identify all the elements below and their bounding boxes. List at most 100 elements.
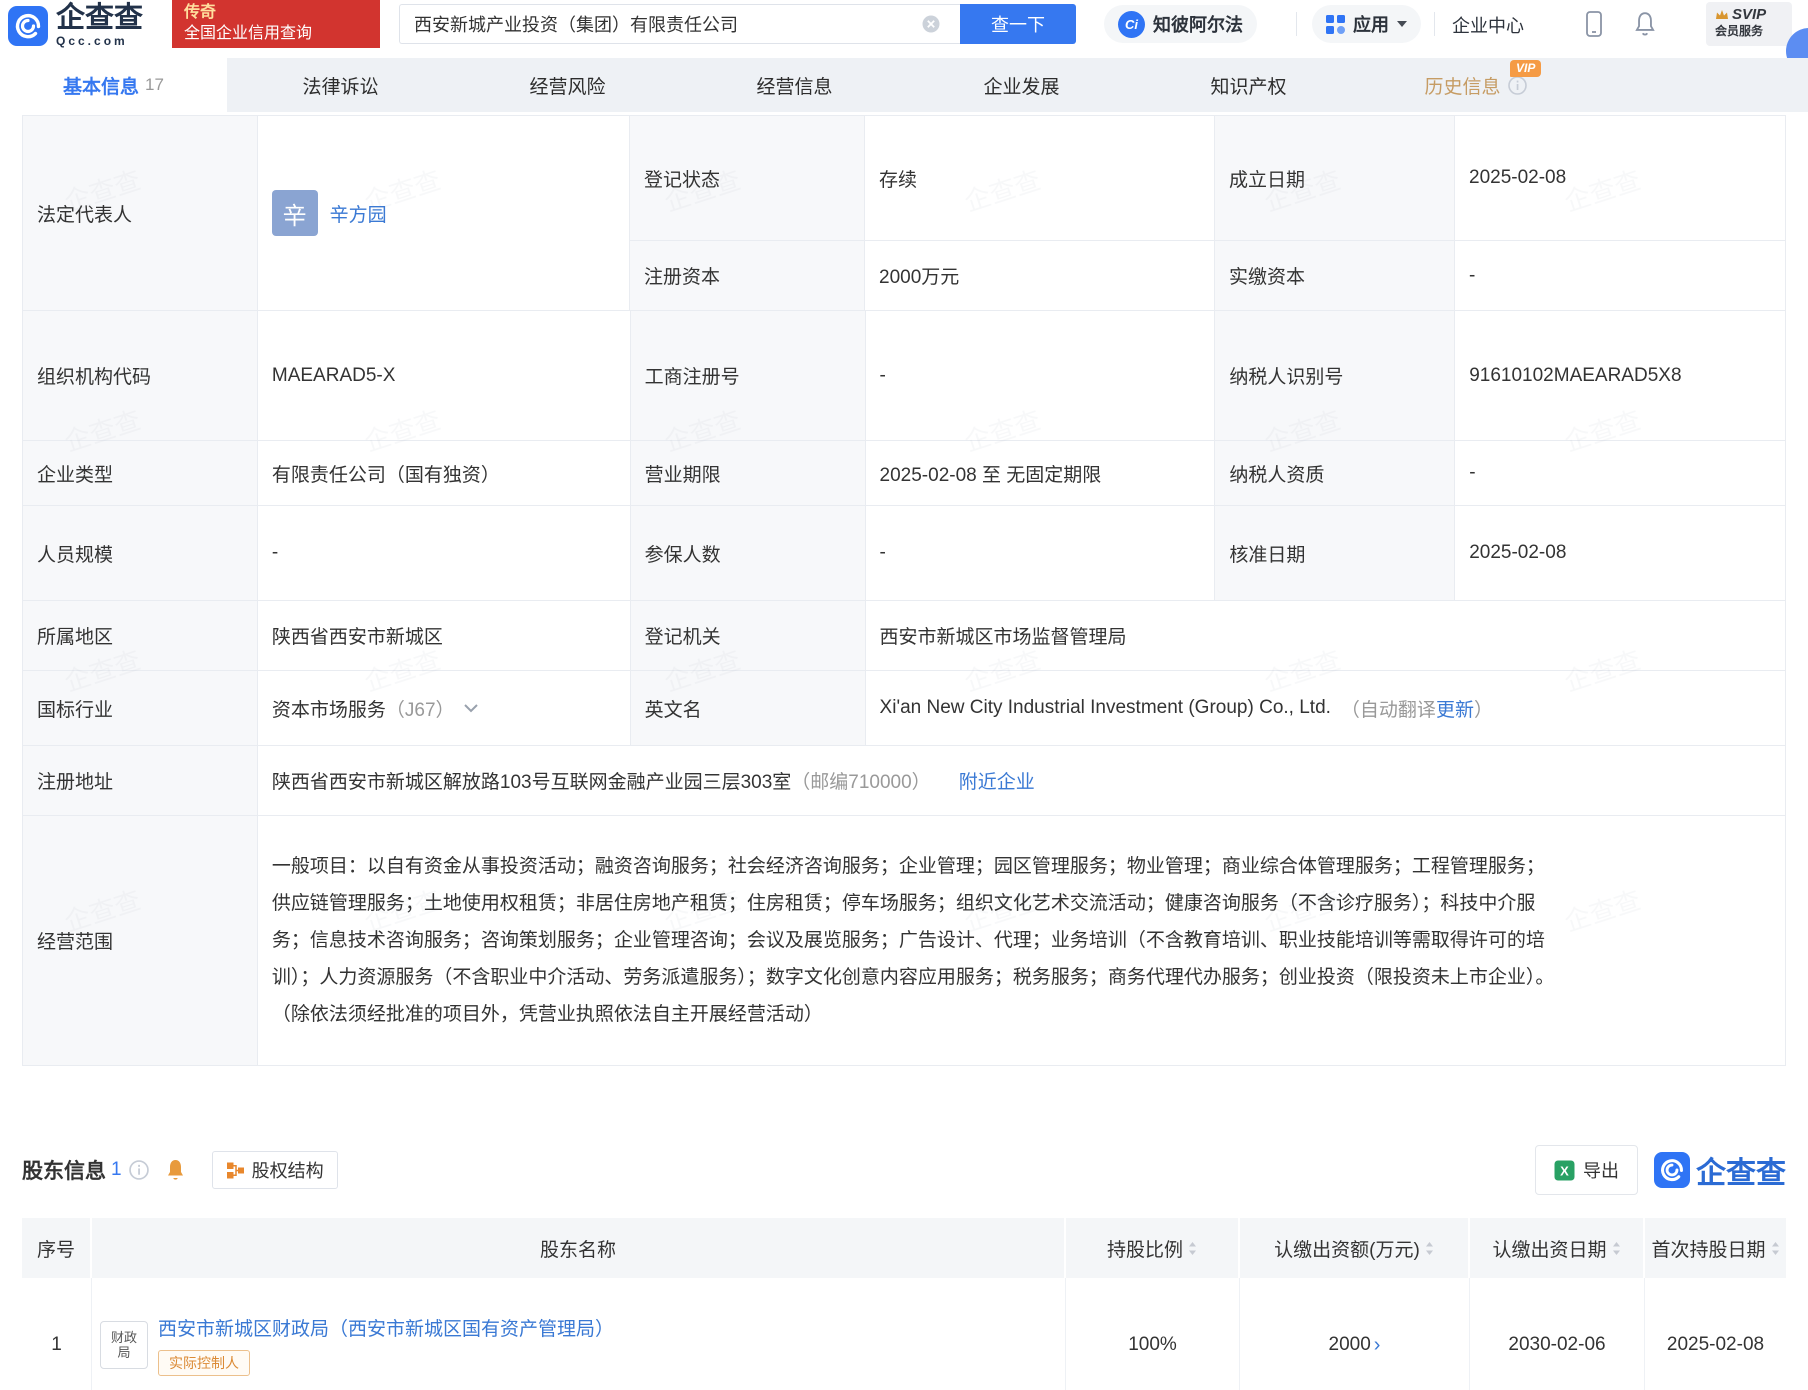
translate-update-link[interactable]: 更新 <box>1436 695 1474 722</box>
crown-icon <box>1715 9 1732 20</box>
actual-controller-tag[interactable]: 实际控制人 <box>158 1350 250 1376</box>
zhibi-alpha-link[interactable]: Ci 知彼阿尔法 <box>1104 5 1257 43</box>
tab-operation-risk[interactable]: 经营风险 <box>454 58 681 112</box>
column-name: 股东名称 <box>92 1218 1066 1278</box>
industry-expand-icon[interactable] <box>463 703 479 713</box>
export-button[interactable]: X 导出 <box>1535 1145 1638 1195</box>
biz-reg-no-value: - <box>866 311 1216 441</box>
company-type-value: 有限责任公司（国有独资） <box>258 441 631 506</box>
biz-scope-label: 经营范围 <box>23 816 258 1066</box>
establish-date-label: 成立日期 <box>1215 116 1455 241</box>
amount-detail-chevron-icon[interactable]: › <box>1374 1334 1381 1357</box>
search-input[interactable] <box>399 4 960 44</box>
shareholders-table: 序号 股东名称 持股比例 认缴出资额(万元) 认缴出资日期 首次持股日期 <box>22 1218 1786 1390</box>
promo-line1: 传奇 <box>184 3 380 23</box>
svip-badge[interactable]: SVIP 会员服务 <box>1706 2 1792 46</box>
address-cell: 陕西省西安市新城区解放路103号互联网金融产业园三层303室 （邮编710000… <box>258 746 1786 816</box>
legal-rep-name-link[interactable]: 辛方园 <box>330 200 387 227</box>
column-subscribe-date[interactable]: 认缴出资日期 <box>1470 1218 1645 1278</box>
paid-capital-label: 实缴资本 <box>1215 241 1455 311</box>
column-subscribe-date-label: 认缴出资日期 <box>1492 1235 1606 1262</box>
sort-icon[interactable] <box>1771 1241 1780 1256</box>
column-first-hold-date[interactable]: 首次持股日期 <box>1645 1218 1786 1278</box>
column-ratio-label: 持股比例 <box>1107 1235 1183 1262</box>
column-amount[interactable]: 认缴出资额(万元) <box>1240 1218 1470 1278</box>
equity-structure-button[interactable]: 股权结构 <box>212 1151 338 1189</box>
promo-badge[interactable]: 传奇 全国企业信用查询 <box>172 0 380 48</box>
search-button[interactable]: 查一下 <box>960 4 1076 44</box>
industry-code: （J67） <box>386 695 455 722</box>
tab-operation-info[interactable]: 经营信息 <box>681 58 908 112</box>
tab-history-info[interactable]: 历史信息 VIP <box>1362 58 1589 112</box>
apps-menu[interactable]: 应用 <box>1312 5 1421 43</box>
shareholder-amount-cell: 2000 › <box>1240 1278 1470 1390</box>
notification-bell-icon[interactable] <box>1634 11 1656 37</box>
english-name-value: Xi'an New City Industrial Investment (Gr… <box>880 697 1331 719</box>
biz-reg-no-label: 工商注册号 <box>631 311 866 441</box>
header-divider <box>1296 12 1297 36</box>
history-info-icon[interactable] <box>1508 76 1527 95</box>
industry-cell: 资本市场服务 （J67） <box>258 671 631 746</box>
tab-count: 17 <box>145 75 164 95</box>
svip-sublabel: 会员服务 <box>1715 23 1792 40</box>
shareholder-row: 1 财政 局 西安市新城区财政局（西安市新城区国有资产管理局） 实际控制人 10… <box>22 1278 1786 1390</box>
paid-capital-value: - <box>1455 241 1786 311</box>
shareholders-info-icon[interactable] <box>129 1160 149 1180</box>
tab-label: 企业发展 <box>983 72 1059 99</box>
taxpayer-id-value: 91610102MAEARAD5X8 <box>1455 311 1786 441</box>
region-label: 所属地区 <box>23 601 258 671</box>
enterprise-center-link[interactable]: 企业中心 <box>1452 12 1524 38</box>
tab-legal-litigation[interactable]: 法律诉讼 <box>227 58 454 112</box>
equity-structure-label: 股权结构 <box>252 1157 324 1183</box>
tab-company-development[interactable]: 企业发展 <box>908 58 1135 112</box>
sort-icon[interactable] <box>1188 1241 1197 1256</box>
vip-badge: VIP <box>1510 60 1541 77</box>
shareholder-name-link[interactable]: 西安市新城区财政局（西安市新城区国有资产管理局） <box>158 1314 614 1341</box>
legal-rep-avatar[interactable]: 辛 <box>272 190 318 236</box>
shareholder-avatar[interactable]: 财政 局 <box>100 1321 148 1369</box>
address-postcode: （邮编710000） <box>791 767 930 794</box>
taxpayer-quality-value: - <box>1455 441 1786 506</box>
apps-grid-icon <box>1326 15 1345 34</box>
staff-size-value: - <box>258 506 631 601</box>
address-value: 陕西省西安市新城区解放路103号互联网金融产业园三层303室 <box>272 767 791 794</box>
column-ratio[interactable]: 持股比例 <box>1066 1218 1240 1278</box>
legal-rep-label: 法定代表人 <box>23 116 258 311</box>
qcc-logo[interactable]: 企查查 Qcc.com <box>8 4 143 48</box>
approval-date-label: 核准日期 <box>1215 506 1455 601</box>
approval-date-value: 2025-02-08 <box>1455 506 1786 601</box>
header-divider <box>1434 12 1435 36</box>
brand-name: 企查查 <box>56 4 143 33</box>
tab-intellectual-property[interactable]: 知识产权 <box>1135 58 1362 112</box>
biz-term-value: 2025-02-08 至 无固定期限 <box>866 441 1216 506</box>
svg-text:X: X <box>1560 1163 1569 1178</box>
search-bar: 查一下 <box>399 4 1076 44</box>
mobile-app-icon[interactable] <box>1586 11 1602 37</box>
basic-info-table: 企查查企查查企查查企查查企查查企查查企查查企查查企查查企查查企查查企查查企查查企… <box>22 115 1786 1066</box>
qcc-watermark-icon <box>1654 1152 1690 1188</box>
column-amount-label: 认缴出资额(万元) <box>1274 1235 1420 1262</box>
page: 企查查 Qcc.com 传奇 全国企业信用查询 查一下 Ci 知彼阿尔法 应用 <box>0 0 1808 1390</box>
reg-status-label: 登记状态 <box>630 116 865 241</box>
shareholders-table-header: 序号 股东名称 持股比例 认缴出资额(万元) 认缴出资日期 首次持股日期 <box>22 1218 1786 1278</box>
clear-search-icon[interactable] <box>922 15 940 33</box>
org-code-label: 组织机构代码 <box>23 311 258 441</box>
column-first-hold-date-label: 首次持股日期 <box>1651 1235 1765 1262</box>
industry-label: 国标行业 <box>23 671 258 746</box>
nearby-companies-link[interactable]: 附近企业 <box>959 767 1035 794</box>
tab-label: 基本信息 <box>63 72 139 99</box>
shareholders-subscribe-bell-icon[interactable] <box>165 1158 186 1182</box>
shareholders-section: 股东信息 1 股权结构 X 导出 企 <box>22 1140 1786 1390</box>
tab-bar: 基本信息 17 法律诉讼 经营风险 经营信息 企业发展 知识产权 历史信息 VI… <box>0 58 1808 112</box>
sort-icon[interactable] <box>1425 1241 1434 1256</box>
tab-basic-info[interactable]: 基本信息 17 <box>0 58 227 112</box>
sort-icon[interactable] <box>1612 1241 1621 1256</box>
industry-value: 资本市场服务 <box>272 695 386 722</box>
promo-line2: 全国企业信用查询 <box>184 23 380 45</box>
zhibi-alpha-icon: Ci <box>1118 11 1145 38</box>
tab-bar-filler <box>1589 58 1808 112</box>
reg-capital-label: 注册资本 <box>630 241 865 311</box>
company-type-label: 企业类型 <box>23 441 258 506</box>
legal-rep-cell: 辛 辛方园 <box>258 116 630 311</box>
auto-translate-note-close: ） <box>1474 695 1493 722</box>
